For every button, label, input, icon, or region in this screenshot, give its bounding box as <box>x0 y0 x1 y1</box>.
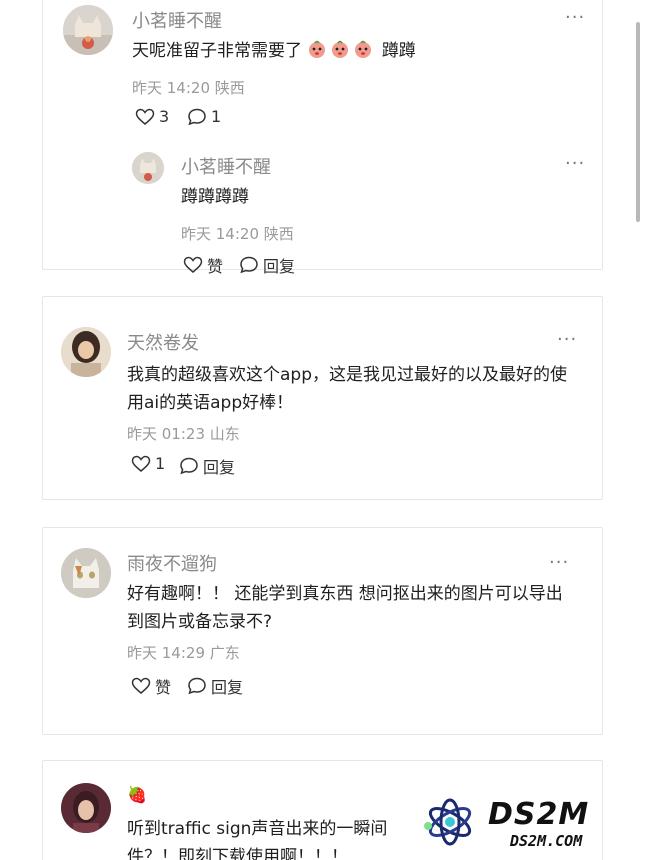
comment-meta: 昨天 14:29 广东 <box>127 642 240 663</box>
reply-location: 陕西 <box>263 225 294 243</box>
heart-icon <box>183 256 203 273</box>
comment-meta: 昨天 01:23 山东 <box>127 423 240 444</box>
avatar[interactable] <box>61 327 111 377</box>
comment-card: 小茗睡不醒 ··· 天呢准留子非常需要了 蹲蹲 昨天 14:20 陕西 3 1 <box>42 0 603 276</box>
comment-username[interactable]: 雨夜不遛狗 <box>127 550 217 576</box>
comment-text: 天呢准留子非常需要了 蹲蹲 <box>132 37 572 65</box>
comment-time: 昨天 01:23 <box>127 425 205 443</box>
peach-face-icon <box>332 40 349 58</box>
comment-location: 山东 <box>209 425 240 443</box>
like-button[interactable]: 3 <box>135 107 169 126</box>
comment-username[interactable]: 天然卷发 <box>127 329 199 355</box>
like-button[interactable]: 赞 <box>131 674 171 698</box>
comment-text: 我真的超级喜欢这个app，这是我见过最好的以及最好的使用ai的英语app好棒！ <box>127 365 567 413</box>
comment-text-part: 天呢准留子非常需要了 <box>132 41 302 61</box>
atom-icon <box>424 798 472 846</box>
comment-text-part: 蹲蹲 <box>381 41 416 61</box>
reply-reply-button[interactable]: 回复 <box>239 253 295 277</box>
more-options-button[interactable]: ··· <box>557 329 577 350</box>
heart-icon <box>131 455 151 472</box>
comment-bubble-icon <box>240 256 258 274</box>
reply-label: 回复 <box>263 257 296 276</box>
comment-bubble-icon <box>188 677 206 695</box>
peach-face-icon <box>355 40 372 58</box>
reply-text: 蹲蹲蹲蹲 <box>181 187 249 207</box>
like-button[interactable]: 1 <box>131 454 165 473</box>
heart-icon <box>135 108 155 125</box>
peach-face-emoji <box>307 40 381 61</box>
comment-time: 昨天 14:29 <box>127 644 205 662</box>
comment-card: 雨夜不遛狗 ··· 好有趣啊！！ 还能学到真东西 想问抠出来的图片可以导出到图片… <box>42 527 603 735</box>
heart-icon <box>131 677 151 694</box>
like-count: 1 <box>155 454 166 473</box>
comment-bubble-icon <box>188 108 206 125</box>
reply-count: 1 <box>211 107 222 126</box>
watermark-logo: DS2M DS2M.COM <box>418 790 640 860</box>
comment-meta: 昨天 14:20 陕西 <box>132 77 245 98</box>
more-options-button[interactable]: ··· <box>565 7 585 28</box>
reply-avatar[interactable] <box>132 152 164 184</box>
reply-button[interactable]: 回复 <box>179 454 235 478</box>
like-label: 赞 <box>207 257 224 276</box>
scrollbar-thumb[interactable] <box>636 22 640 222</box>
strawberry-emoji-name[interactable]: 🍓 <box>127 785 147 804</box>
comment-time: 昨天 14:20 <box>132 79 210 97</box>
comment-bubble-icon <box>180 457 198 475</box>
like-label: 赞 <box>155 678 172 697</box>
reply-username[interactable]: 小茗睡不醒 <box>181 153 271 179</box>
reply-label: 回复 <box>211 678 244 697</box>
reply-meta: 昨天 14:20 陕西 <box>181 223 294 244</box>
comment-username[interactable]: 小茗睡不醒 <box>132 7 222 33</box>
watermark-domain: DS2M.COM <box>509 832 583 850</box>
avatar[interactable] <box>61 548 111 598</box>
reply-like-button[interactable]: 赞 <box>183 253 223 277</box>
avatar[interactable] <box>63 5 113 55</box>
reply-more-options-button[interactable]: ··· <box>565 153 585 174</box>
peach-face-icon <box>309 40 326 58</box>
comment-text: 好有趣啊！！ 还能学到真东西 想问抠出来的图片可以导出到图片或备忘录不? <box>127 584 563 632</box>
avatar[interactable] <box>61 783 111 833</box>
like-count: 3 <box>159 107 170 126</box>
reply-button[interactable]: 回复 <box>187 674 243 698</box>
watermark-brand: DS2M <box>488 797 589 832</box>
comment-card: 天然卷发 ··· 我真的超级喜欢这个app，这是我见过最好的以及最好的使用ai的… <box>42 296 603 500</box>
reply-time: 昨天 14:20 <box>181 225 259 243</box>
reply-button[interactable]: 1 <box>187 107 221 126</box>
comment-location: 陕西 <box>214 79 245 97</box>
comments-page: 小茗睡不醒 ··· 天呢准留子非常需要了 蹲蹲 昨天 14:20 陕西 3 1 <box>0 0 645 860</box>
comment-text: 听到traffic sign声音出来的一瞬间件？！即刻下载使用啊！！！ <box>127 819 388 860</box>
more-options-button[interactable]: ··· <box>549 552 569 573</box>
comment-location: 广东 <box>209 644 240 662</box>
reply-label: 回复 <box>203 458 236 477</box>
